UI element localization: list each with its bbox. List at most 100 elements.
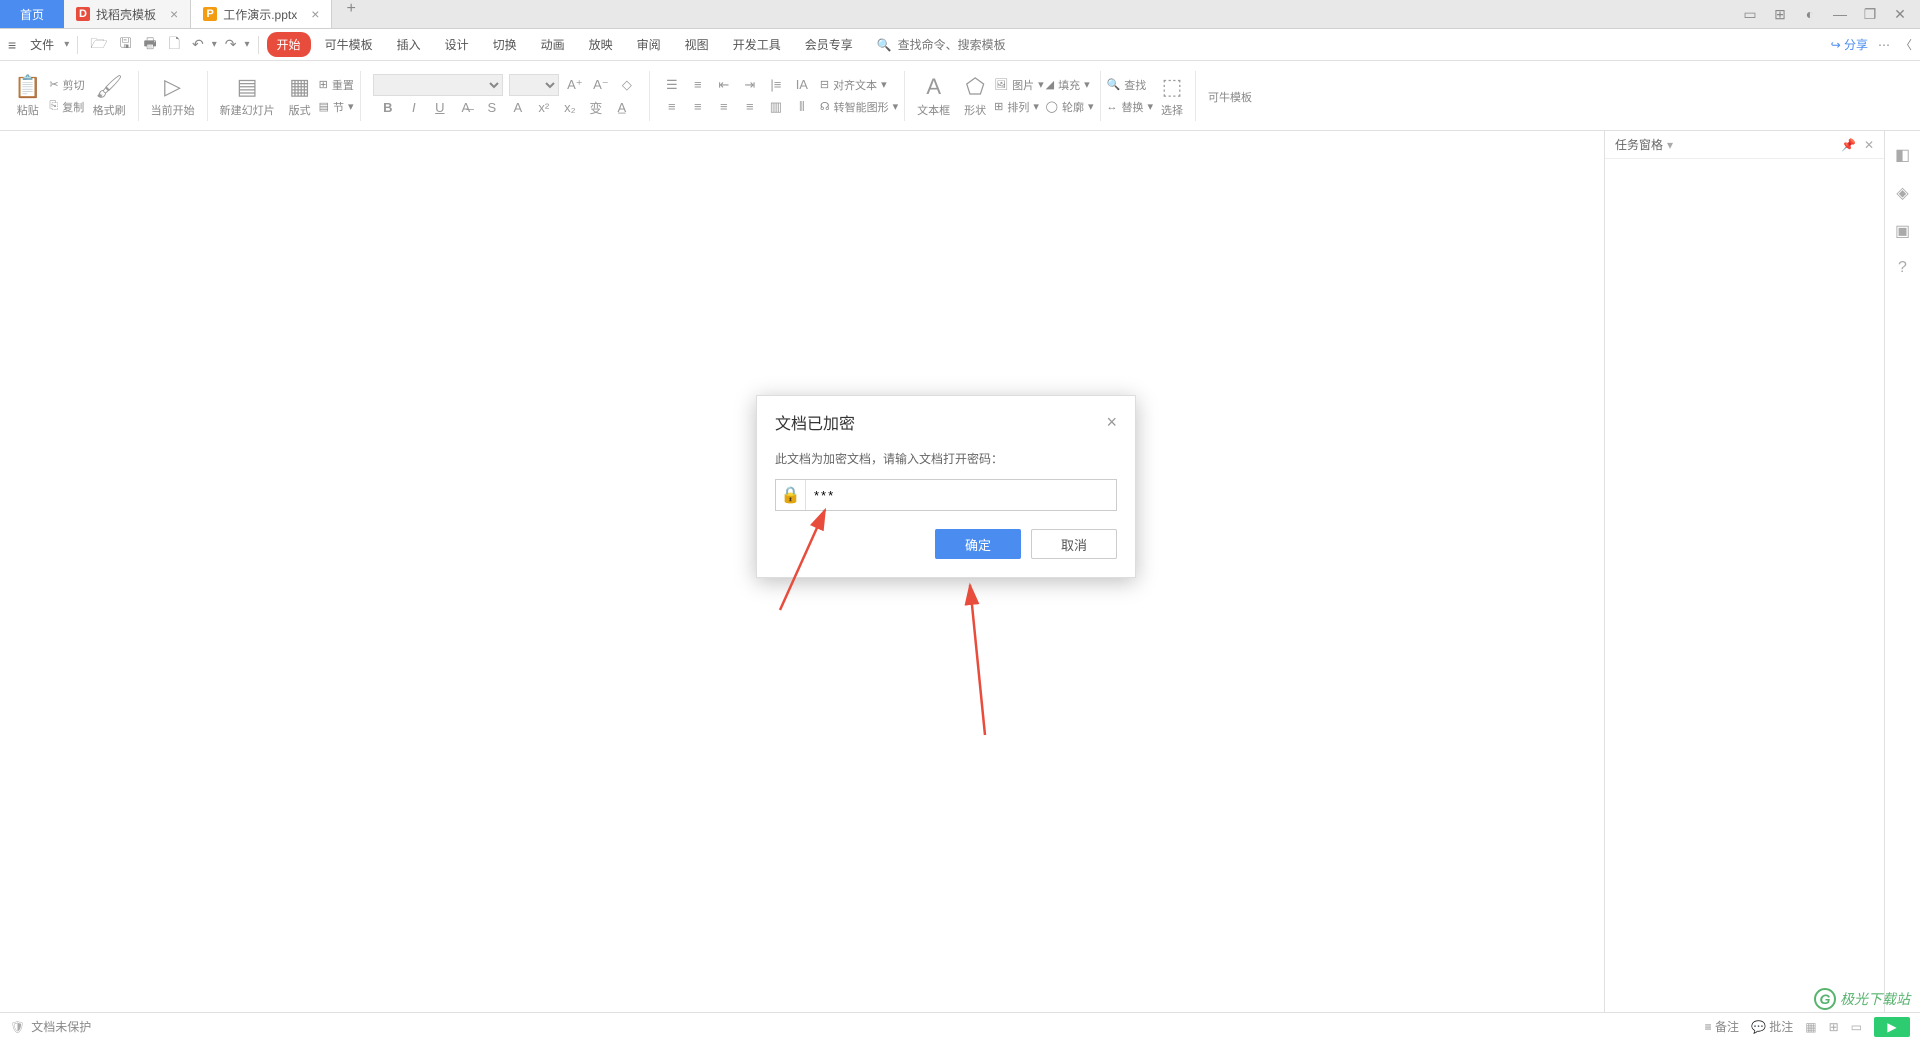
align-right-icon[interactable]: ≡ [714,97,734,117]
chevron-down-icon[interactable]: ▾ [64,39,69,50]
notes-toggle[interactable]: ≡ 备注 [1705,1018,1739,1035]
line-spacing-icon[interactable]: |≡ [766,75,786,95]
shape-group[interactable]: ⬠ 形状 [958,61,992,130]
cut-button[interactable]: ✂ 剪切 [49,77,84,93]
tab-member[interactable]: 会员专享 [795,32,863,57]
tools-icon[interactable]: ▣ [1895,221,1910,241]
indent-left-icon[interactable]: ⇤ [714,75,734,95]
font-family-select[interactable] [373,74,503,96]
command-search[interactable]: 🔍 [877,38,1038,52]
reset-button[interactable]: ⊞ 重置 [319,77,354,93]
tab-animation[interactable]: 动画 [531,32,575,57]
apps-icon[interactable]: ⊞ [1772,6,1788,22]
close-icon[interactable]: × [311,6,319,22]
image-button[interactable]: 🖼 图片 ▾ [994,77,1044,93]
distribute-icon[interactable]: ⫴ [792,97,812,117]
outline-button[interactable]: ◯ 轮廓 ▾ [1046,99,1094,115]
font-size-select[interactable] [509,74,559,96]
from-beginning-group[interactable]: ▷ 当前开始 [145,61,201,130]
tab-home[interactable]: 首页 [0,0,64,28]
underline-icon[interactable]: U [430,98,450,118]
replace-button[interactable]: ↔ 替换 ▾ [1107,99,1154,115]
align-left-icon[interactable]: ≡ [662,97,682,117]
align-center-icon[interactable]: ≡ [688,97,708,117]
clear-format-icon[interactable]: ◇ [617,75,637,95]
arrange-button[interactable]: ⊞ 排列 ▾ [994,99,1044,115]
tab-templates[interactable]: 可牛模板 [315,32,383,57]
copy-button[interactable]: ⎘ 复制 [49,99,84,115]
font-color-icon[interactable]: A [508,98,528,118]
layout-group[interactable]: ▦ 版式 [283,61,317,130]
comments-toggle[interactable]: 💬 批注 [1751,1018,1793,1035]
sorter-view-icon[interactable]: ⊞ [1829,1020,1839,1034]
file-menu[interactable]: 文件 [24,36,60,53]
chevron-down-icon[interactable]: ▾ [1667,138,1673,152]
close-icon[interactable]: × [1106,412,1117,433]
tab-insert[interactable]: 插入 [387,32,431,57]
collapse-ribbon-icon[interactable]: 〈 [1900,36,1912,53]
find-button[interactable]: 🔍 查找 [1107,77,1154,93]
save-icon[interactable]: 🖫 [116,33,136,57]
help-icon[interactable]: ? [1898,259,1907,277]
protect-status[interactable]: 文档未保护 [31,1018,91,1035]
tab-transition[interactable]: 切换 [483,32,527,57]
increase-font-icon[interactable]: A⁺ [565,75,585,95]
print-icon[interactable]: 🖶 [140,33,161,57]
textbox-group[interactable]: A 文本框 [911,61,956,130]
minimize-icon[interactable]: — [1832,6,1848,22]
design-icon[interactable]: ◈ [1896,183,1908,203]
paste-group[interactable]: 📋 粘贴 [8,61,47,130]
share-button[interactable]: ↪ 分享 [1831,36,1868,53]
undo-icon[interactable]: ↶ [188,36,208,53]
superscript-icon[interactable]: x² [534,98,554,118]
tab-templates[interactable]: D 找稻壳模板 × [64,0,191,28]
reading-view-icon[interactable]: ▭ [1851,1020,1862,1034]
align-text-button[interactable]: ⊟ 对齐文本 ▾ [820,77,898,93]
search-input[interactable] [898,38,1038,52]
tab-devtools[interactable]: 开发工具 [723,32,791,57]
user-icon[interactable]: ◐ [1802,6,1818,22]
text-direction-icon[interactable]: IA [792,75,812,95]
reading-mode-icon[interactable]: ▭ [1742,6,1758,22]
bullets-icon[interactable]: ☰ [662,75,682,95]
align-justify-icon[interactable]: ≡ [740,97,760,117]
bold-icon[interactable]: B [378,98,398,118]
shadow-icon[interactable]: S [482,98,502,118]
section-button[interactable]: ▤ 节 ▾ [319,99,354,115]
redo-icon[interactable]: ↷ [221,36,241,53]
menu-icon[interactable]: ≡ [8,37,16,53]
fill-button[interactable]: ◢ 填充 ▾ [1046,77,1094,93]
tab-slideshow[interactable]: 放映 [579,32,623,57]
kn-template-group[interactable]: 可牛模板 [1202,61,1258,130]
decrease-font-icon[interactable]: A⁻ [591,75,611,95]
password-input[interactable] [806,488,1116,503]
tab-document[interactable]: P 工作演示.pptx × [191,0,332,28]
select-group[interactable]: ⬚ 选择 [1155,61,1189,130]
maximize-icon[interactable]: ❐ [1862,6,1878,22]
chevron-down-icon[interactable]: ▾ [212,39,217,50]
open-icon[interactable]: 🗁 [86,33,111,57]
tab-add-button[interactable]: + [332,0,369,28]
close-icon[interactable]: × [170,6,178,22]
chevron-down-icon[interactable]: ▾ [245,39,250,50]
ok-button[interactable]: 确定 [935,529,1021,559]
more-icon[interactable]: ⋯ [1878,38,1890,52]
print-preview-icon[interactable]: 🗋 [165,33,184,57]
columns-icon[interactable]: ▥ [766,97,786,117]
pin-icon[interactable]: 📌 [1841,138,1856,152]
normal-view-icon[interactable]: ▦ [1805,1020,1816,1034]
numbering-icon[interactable]: ≡ [688,75,708,95]
indent-right-icon[interactable]: ⇥ [740,75,760,95]
highlight-icon[interactable]: A̲ [612,98,632,118]
window-close-icon[interactable]: ✕ [1892,6,1908,22]
tab-view[interactable]: 视图 [675,32,719,57]
tab-design[interactable]: 设计 [435,32,479,57]
format-painter-group[interactable]: 🖌 格式刷 [87,61,132,130]
ai-icon[interactable]: ◧ [1895,145,1910,165]
smart-art-button[interactable]: ☊ 转智能图形 ▾ [820,99,898,115]
cancel-button[interactable]: 取消 [1031,529,1117,559]
strikethrough-icon[interactable]: A̶ [456,98,476,118]
new-slide-group[interactable]: ▤ 新建幻灯片 [214,61,281,130]
tab-start[interactable]: 开始 [267,32,311,57]
slideshow-button[interactable]: ▶ [1874,1017,1910,1037]
